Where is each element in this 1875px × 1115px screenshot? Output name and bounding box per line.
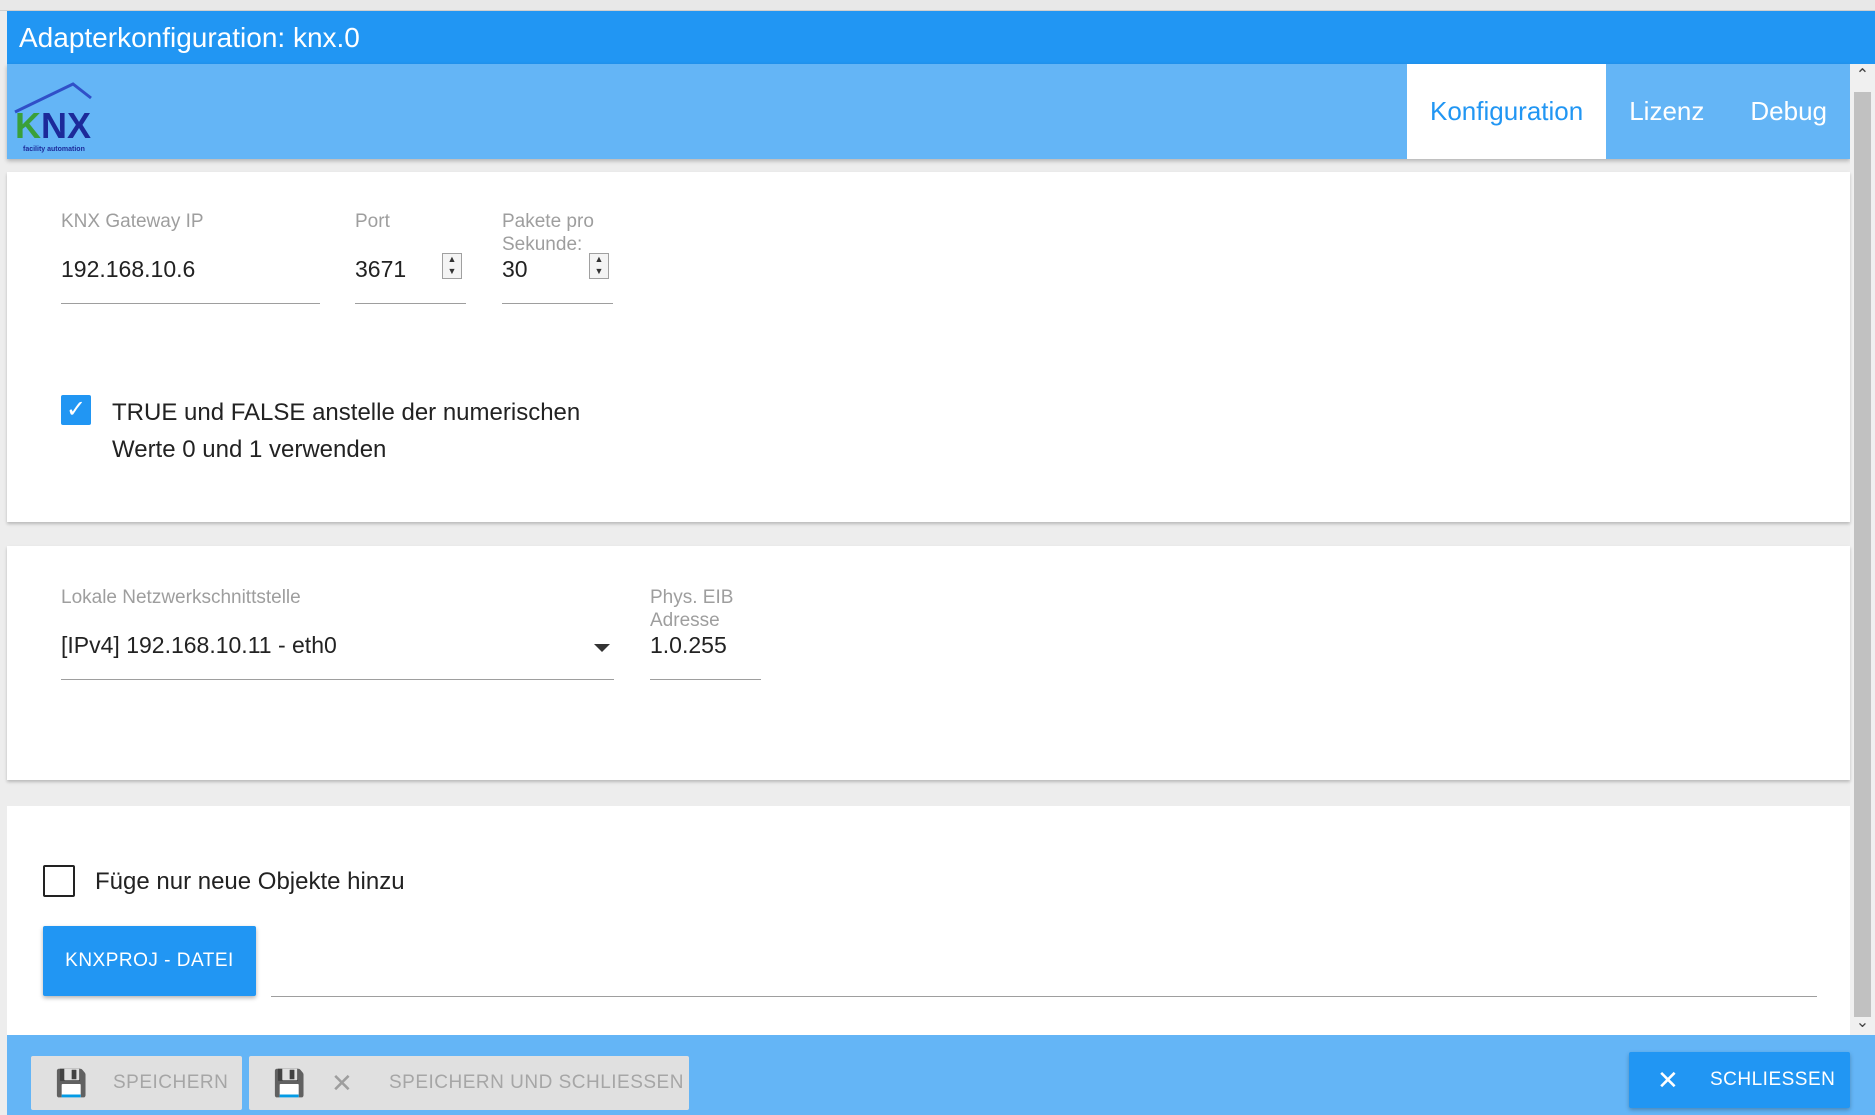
save-button[interactable]: 💾 SPEICHERN <box>31 1056 242 1110</box>
window-top-border <box>0 0 1875 11</box>
packets-spinner-icon[interactable]: ▲ ▼ <box>589 253 609 279</box>
save-close-button-label: SPEICHERN UND SCHLIESSEN <box>389 1072 684 1093</box>
network-card: Lokale Netzwerkschnittstelle [IPv4] 192.… <box>7 546 1850 780</box>
floppy-disk-icon: 💾 <box>273 1068 306 1098</box>
eib-address-underline <box>650 679 761 680</box>
svg-text:facility automation: facility automation <box>23 146 85 153</box>
scroll-up-icon[interactable]: ⌃ <box>1850 64 1875 88</box>
gateway-ip-label: KNX Gateway IP <box>61 211 204 232</box>
boolean-option-line2: Werte 0 und 1 verwenden <box>112 436 387 463</box>
port-underline <box>355 303 466 304</box>
close-button-label: SCHLIESSEN <box>1710 1069 1836 1090</box>
boolean-checkbox[interactable]: ✓ <box>61 395 91 425</box>
scroll-down-icon[interactable]: ⌄ <box>1850 1011 1875 1035</box>
dialog-title: Adapterkonfiguration: knx.0 <box>7 11 1875 64</box>
port-field[interactable]: Port 3671 ▲ ▼ <box>355 210 466 305</box>
connection-card: KNX Gateway IP 192.168.10.6 Port 3671 ▲ ▼… <box>7 172 1850 522</box>
tab-bar: Konfiguration Lizenz Debug <box>1406 64 1850 159</box>
svg-text:NX: NX <box>41 105 91 146</box>
eib-address-input[interactable]: 1.0.255 <box>650 632 727 659</box>
boolean-option-line1: TRUE und FALSE anstelle der numerischen <box>112 399 581 426</box>
import-card: Füge nur neue Objekte hinzu KNXPROJ - DA… <box>7 806 1850 1036</box>
port-spinner-icon[interactable]: ▲ ▼ <box>442 253 462 279</box>
file-path-underline <box>271 996 1817 997</box>
interface-label: Lokale Netzwerkschnittstelle <box>61 587 301 608</box>
close-icon: ✕ <box>1657 1065 1680 1095</box>
tab-debug[interactable]: Debug <box>1727 64 1850 159</box>
save-button-label: SPEICHERN <box>113 1072 229 1093</box>
gateway-ip-field[interactable]: KNX Gateway IP 192.168.10.6 <box>61 210 320 305</box>
scroll-thumb[interactable] <box>1854 92 1871 1017</box>
gateway-ip-underline <box>61 303 320 304</box>
svg-text:K: K <box>15 105 41 146</box>
knx-logo: K NX facility automation <box>14 82 92 153</box>
dialog-footer: 💾 SPEICHERN 💾 ✕ SPEICHERN UND SCHLIESSEN… <box>7 1035 1875 1115</box>
tab-konfiguration[interactable]: Konfiguration <box>1406 64 1607 159</box>
vertical-scrollbar[interactable]: ⌃ ⌄ <box>1850 64 1875 1035</box>
packets-underline <box>502 303 613 304</box>
adapter-header: K NX facility automation Konfiguration L… <box>7 64 1850 159</box>
dropdown-arrow-icon[interactable] <box>594 644 610 652</box>
close-icon: ✕ <box>331 1068 354 1098</box>
close-button[interactable]: ✕ SCHLIESSEN <box>1629 1052 1850 1108</box>
interface-underline <box>61 679 614 680</box>
eib-address-label: Phys. EIB Adresse <box>650 587 734 631</box>
port-label: Port <box>355 211 390 232</box>
packets-field[interactable]: Pakete pro Sekunde: 30 ▲ ▼ <box>502 210 613 305</box>
boolean-option-label[interactable]: TRUE und FALSE anstelle der numerischen … <box>112 394 580 468</box>
only-new-checkbox[interactable] <box>43 865 75 897</box>
port-input[interactable]: 3671 <box>355 256 406 283</box>
interface-value[interactable]: [IPv4] 192.168.10.11 - eth0 <box>61 632 337 659</box>
gateway-ip-input[interactable]: 192.168.10.6 <box>61 256 195 283</box>
save-close-button[interactable]: 💾 ✕ SPEICHERN UND SCHLIESSEN <box>249 1056 689 1110</box>
eib-address-field[interactable]: Phys. EIB Adresse 1.0.255 <box>650 586 761 681</box>
only-new-label[interactable]: Füge nur neue Objekte hinzu <box>95 863 405 900</box>
packets-label: Pakete pro Sekunde: <box>502 211 594 255</box>
packets-input[interactable]: 30 <box>502 256 528 283</box>
knxproj-file-button[interactable]: KNXPROJ - DATEI <box>43 926 256 996</box>
floppy-disk-icon: 💾 <box>55 1068 88 1098</box>
check-icon: ✓ <box>65 396 87 423</box>
tab-lizenz[interactable]: Lizenz <box>1606 64 1727 159</box>
interface-select[interactable]: Lokale Netzwerkschnittstelle [IPv4] 192.… <box>61 586 614 681</box>
